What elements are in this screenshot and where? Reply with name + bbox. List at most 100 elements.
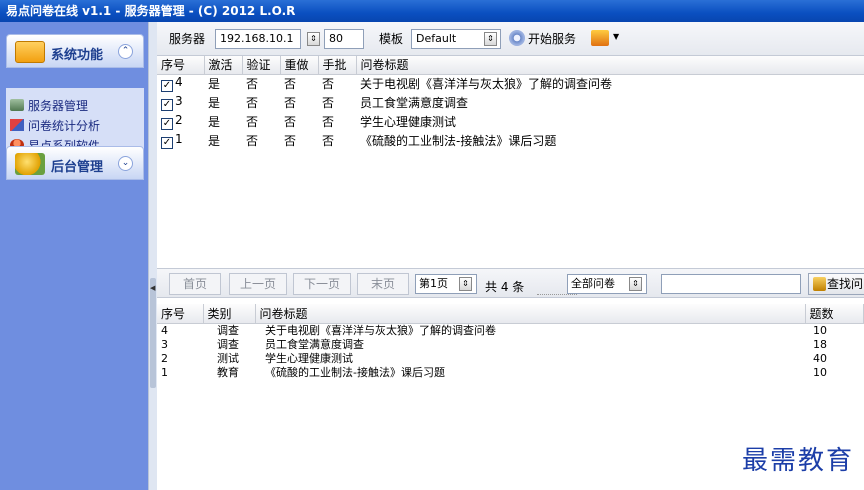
table-row[interactable]: ✓ 3 是 否 否 否 员工食堂满意度调查 (157, 93, 864, 112)
cell-redo: 否 (284, 96, 297, 110)
row-id: 2 (175, 113, 183, 127)
table-row[interactable]: ✓ 4 是 否 否 否 关于电视剧《喜洋洋与灰太狼》了解的调查问卷 (157, 74, 864, 93)
main-panel: 服务器 192.168.10.1 ⇕ 80 模板 Default ⇕ 开始服务 … (157, 22, 864, 490)
col-header[interactable]: 手批 (318, 56, 357, 75)
cell-type: 测试 (217, 351, 239, 365)
table-row[interactable]: 3 调查 员工食堂满意度调查 18 (157, 338, 864, 352)
find-button[interactable]: 查找问 (808, 273, 864, 295)
last-page-button[interactable]: 末页 (357, 273, 409, 295)
cell-id: 4 (161, 323, 168, 337)
sidebar-item-server[interactable]: 服务器管理 (6, 96, 144, 116)
col-header[interactable]: 验证 (242, 56, 281, 75)
server-label: 服务器 (169, 32, 206, 46)
row-checkbox[interactable]: ✓ (161, 137, 173, 149)
cell-active: 是 (208, 96, 221, 110)
col-header[interactable]: 问卷标题 (356, 56, 864, 75)
find-button-label: 查找问 (827, 277, 864, 291)
panel-splitter[interactable]: ◀ (148, 22, 157, 490)
start-service-button[interactable]: 开始服务 (509, 28, 576, 50)
total-count: 共 4 条 (485, 280, 525, 294)
table-row[interactable]: ✓ 1 是 否 否 否 《硫酸的工业制法-接触法》课后习题 (157, 131, 864, 150)
cell-verify: 否 (246, 115, 259, 129)
cell-count: 40 (813, 351, 827, 365)
col-header[interactable]: 序号 (157, 304, 204, 324)
splitter-grip[interactable] (150, 278, 156, 388)
col-header[interactable]: 激活 (204, 56, 243, 75)
cell-id: 3 (161, 337, 168, 351)
template-label: 模板 (379, 32, 404, 46)
port-input[interactable]: 80 (324, 29, 364, 49)
sidebar: 系统功能 ⌃ 服务器管理 问卷统计分析 易点系列软件 后台管理 ⌄ (0, 22, 148, 490)
sidebar-group-admin[interactable]: 后台管理 ⌄ (6, 146, 144, 180)
prev-page-button[interactable]: 上一页 (229, 273, 287, 295)
table-row[interactable]: ✓ 2 是 否 否 否 学生心理健康测试 (157, 112, 864, 131)
page-dropdown-icon[interactable]: ⇕ (459, 277, 472, 291)
gears-icon (15, 153, 45, 175)
cell-verify: 否 (246, 77, 259, 92)
tools-icon (591, 30, 609, 46)
row-checkbox[interactable]: ✓ (161, 118, 173, 130)
table-row[interactable]: 4 调查 关于电视剧《喜洋洋与灰太狼》了解的调查问卷 10 (157, 323, 864, 338)
search-input[interactable] (661, 274, 801, 294)
port-spin-icon[interactable]: ⇕ (307, 32, 320, 46)
row-id: 3 (175, 94, 183, 108)
cell-manual: 否 (322, 77, 335, 92)
cell-redo: 否 (284, 77, 297, 92)
row-checkbox[interactable]: ✓ (161, 99, 173, 111)
table-row[interactable]: 2 测试 学生心理健康测试 40 (157, 352, 864, 366)
cell-count: 10 (813, 365, 827, 379)
template-dropdown-icon[interactable]: ⇕ (484, 32, 497, 46)
toolbar: 服务器 192.168.10.1 ⇕ 80 模板 Default ⇕ 开始服务 … (157, 22, 864, 56)
start-service-label: 开始服务 (528, 32, 577, 46)
cell-type: 调查 (217, 337, 239, 351)
col-header[interactable]: 类别 (203, 304, 256, 324)
sidebar-group-label: 系统功能 (51, 48, 104, 63)
cell-title: 员工食堂满意度调查 (360, 96, 469, 110)
cell-title: 《硫酸的工业制法-接触法》课后习题 (265, 365, 445, 379)
cell-manual: 否 (322, 96, 335, 110)
watermark: 最需教育 (742, 446, 855, 476)
col-header[interactable]: 问卷标题 (255, 304, 806, 324)
filter-dropdown-icon[interactable]: ⇕ (629, 277, 642, 291)
col-header[interactable]: 题数 (805, 304, 864, 324)
cell-manual: 否 (322, 134, 335, 148)
cell-title: 关于电视剧《喜洋洋与灰太狼》了解的调查问卷 (265, 323, 496, 337)
cell-title: 员工食堂满意度调查 (265, 337, 364, 351)
cell-manual: 否 (322, 115, 335, 129)
result-table: 序号 类别 问卷标题 题数 4 调查 关于电视剧《喜洋洋与灰太狼》了解的调查问卷… (157, 304, 864, 380)
cell-id: 1 (161, 365, 168, 379)
first-page-button[interactable]: 首页 (169, 273, 221, 295)
dropdown-arrow-icon: ▼ (613, 32, 620, 41)
next-page-button[interactable]: 下一页 (293, 273, 351, 295)
resize-grip[interactable] (537, 294, 577, 296)
book-icon (813, 277, 826, 291)
cell-redo: 否 (284, 134, 297, 148)
cell-title: 《硫酸的工业制法-接触法》课后习题 (360, 134, 557, 148)
row-checkbox[interactable]: ✓ (161, 80, 173, 93)
col-header[interactable]: 序号 (157, 56, 205, 75)
pager-bar: 首页 上一页 下一页 末页 第1页 ⇕ 共 4 条 全部问卷 ⇕ 查找问 (157, 268, 864, 298)
server-icon (10, 99, 24, 111)
sidebar-group-label: 后台管理 (51, 160, 104, 175)
row-id: 1 (175, 132, 183, 146)
cell-verify: 否 (246, 134, 259, 148)
cell-count: 18 (813, 337, 827, 351)
tools-menu-button[interactable]: ▼ (591, 28, 625, 50)
cell-count: 10 (813, 323, 827, 337)
cell-id: 2 (161, 351, 168, 365)
cell-type: 调查 (217, 323, 239, 337)
sidebar-group-system[interactable]: 系统功能 ⌃ (6, 34, 144, 68)
folder-icon (15, 41, 45, 63)
server-ip-input[interactable]: 192.168.10.1 (215, 29, 301, 49)
sidebar-item-stats[interactable]: 问卷统计分析 (6, 116, 144, 136)
collapse-icon[interactable]: ⌃ (118, 44, 133, 59)
sidebar-item-label: 问卷统计分析 (28, 119, 101, 133)
cell-redo: 否 (284, 115, 297, 129)
col-header[interactable]: 重做 (280, 56, 319, 75)
table-row[interactable]: 1 教育 《硫酸的工业制法-接触法》课后习题 10 (157, 366, 864, 380)
expand-icon[interactable]: ⌄ (118, 156, 133, 171)
cell-active: 是 (208, 134, 221, 148)
table-header-row: 序号 类别 问卷标题 题数 (157, 304, 864, 324)
chart-icon (10, 119, 24, 131)
collapse-arrow-icon[interactable]: ◀ (150, 284, 155, 292)
